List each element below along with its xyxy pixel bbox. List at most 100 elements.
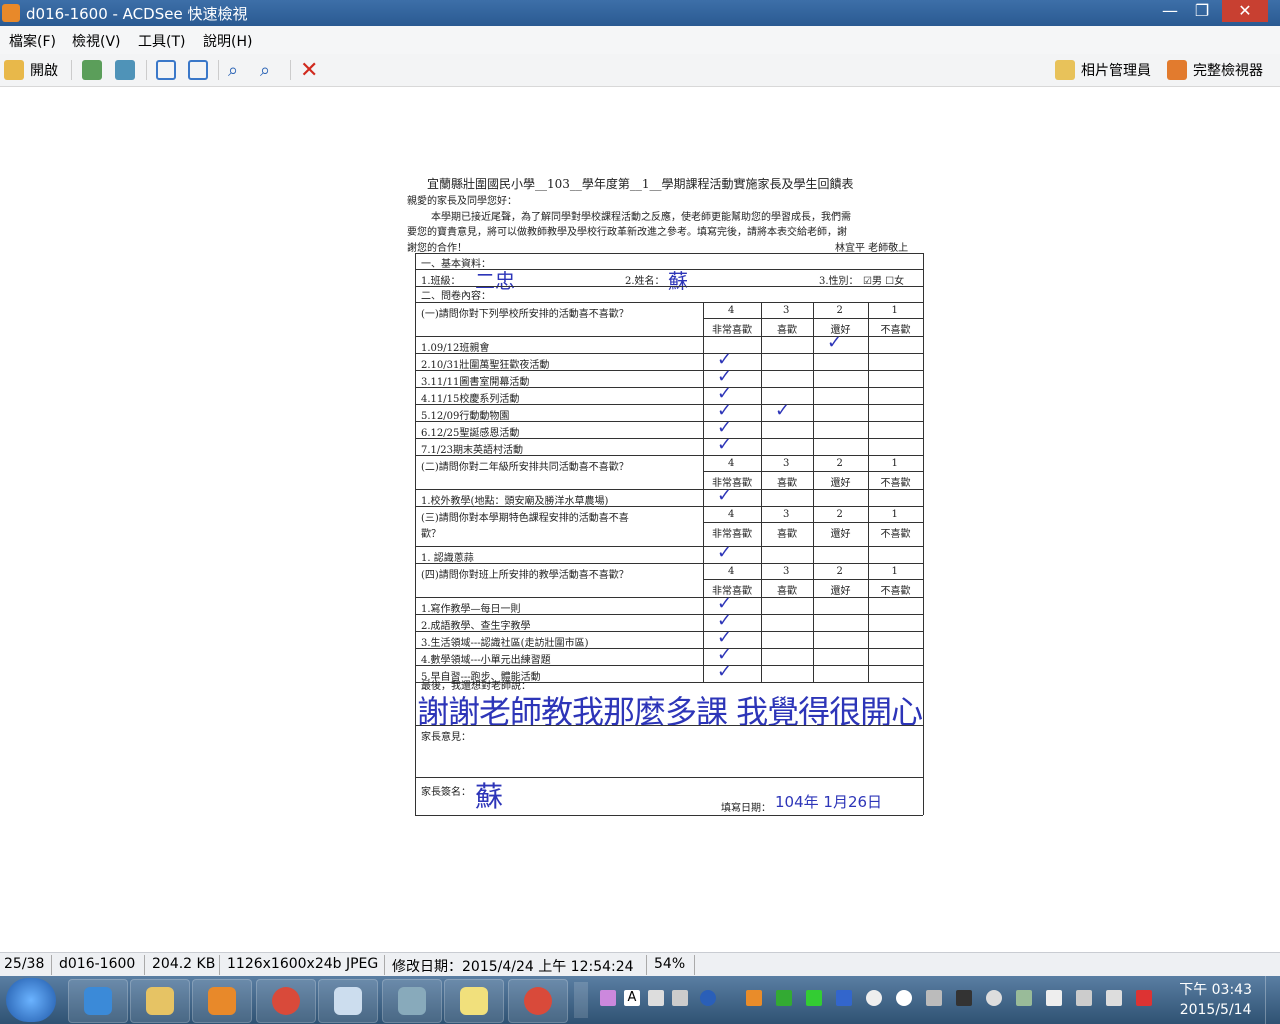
status-separator bbox=[384, 955, 385, 975]
taskbar-sign-tool[interactable] bbox=[382, 979, 442, 1023]
network-icon[interactable] bbox=[1076, 990, 1092, 1006]
handwritten-signature: 蘇 bbox=[475, 780, 504, 813]
scale-label: 喜歡 bbox=[777, 529, 797, 540]
tray-icon[interactable] bbox=[746, 990, 762, 1006]
item-label: 6.12/25聖誕感恩活動 bbox=[421, 428, 520, 439]
open-button[interactable]: 開啟 bbox=[4, 58, 58, 82]
table-rule bbox=[415, 665, 923, 666]
scale-label: 不喜歡 bbox=[880, 586, 911, 597]
taskbar-chrome-2[interactable] bbox=[508, 979, 568, 1023]
rotate-left-button[interactable] bbox=[156, 58, 176, 82]
tray-icon[interactable] bbox=[1136, 990, 1152, 1006]
item-label: 1.寫作教學—每日一則 bbox=[421, 604, 521, 615]
table-column-rule bbox=[761, 455, 762, 506]
photo-manager-icon bbox=[1055, 60, 1075, 80]
doc-signoff: 林宜平 老師敬上 bbox=[835, 243, 909, 254]
gender-label: 3.性別： bbox=[819, 276, 859, 287]
previous-image-button[interactable] bbox=[82, 58, 102, 82]
scale-label: 不喜歡 bbox=[880, 478, 911, 489]
tray-icon[interactable] bbox=[806, 990, 822, 1006]
start-button[interactable] bbox=[6, 978, 56, 1022]
system-clock[interactable]: 下午 03:43 2015/5/14 bbox=[1179, 980, 1252, 1020]
doc-intro-line1: 本學期已接近尾聲，為了解同學對學校課程活動之反應，使老師更能幫助您的學習成長，我… bbox=[431, 212, 851, 223]
input-method-icon[interactable]: A bbox=[624, 990, 640, 1006]
tray-icon[interactable] bbox=[1016, 990, 1032, 1006]
title-bar: d016-1600 - ACDSee 快速檢視 — ❐ ✕ bbox=[0, 0, 1280, 26]
next-image-icon bbox=[115, 60, 135, 80]
scale-label: 不喜歡 bbox=[880, 529, 911, 540]
acdsee-app-icon[interactable] bbox=[2, 4, 20, 22]
parent-signature-label: 家長簽名： bbox=[421, 787, 471, 798]
item-label: 1. 認識蔥蒜 bbox=[421, 553, 474, 564]
show-desktop-button[interactable] bbox=[1265, 976, 1280, 1024]
sticky-notes-icon bbox=[460, 987, 488, 1015]
table-column-rule bbox=[761, 506, 762, 563]
handwritten-checkmark: ✓ bbox=[717, 542, 733, 563]
scale-label: 不喜歡 bbox=[880, 325, 911, 336]
scale-value: 2 bbox=[836, 509, 843, 520]
question-heading: (一)請問你對下列學校所安排的活動喜不喜歡？ bbox=[421, 309, 629, 320]
handwritten-date: 104年 1月26日 bbox=[775, 793, 883, 811]
full-viewer-button[interactable]: 完整檢視器 bbox=[1167, 58, 1263, 82]
volume-icon[interactable] bbox=[1106, 990, 1122, 1006]
scale-label: 喜歡 bbox=[777, 325, 797, 336]
tray-icon[interactable] bbox=[600, 990, 616, 1006]
taskbar-chrome[interactable] bbox=[256, 979, 316, 1023]
status-bar: 25/38 d016-1600 204.2 KB 1126x1600x24b J… bbox=[0, 952, 1280, 977]
scale-value: 4 bbox=[728, 305, 735, 316]
menu-bar: 檔案(F) 檢視(V) 工具(T) 說明(H) bbox=[0, 26, 1280, 55]
table-rule bbox=[415, 302, 923, 303]
location-icon[interactable] bbox=[866, 990, 882, 1006]
zoom-in-button[interactable]: ⌕ bbox=[228, 58, 238, 82]
internet-explorer-icon bbox=[84, 987, 112, 1015]
scale-value: 2 bbox=[836, 458, 843, 469]
status-separator bbox=[144, 955, 145, 975]
scale-value: 3 bbox=[783, 509, 790, 520]
close-button[interactable]: ✕ bbox=[1222, 0, 1268, 22]
clock-date: 2015/5/14 bbox=[1179, 1002, 1252, 1018]
tray-icon[interactable] bbox=[836, 990, 852, 1006]
tray-icon[interactable] bbox=[896, 990, 912, 1006]
tray-icon[interactable] bbox=[926, 990, 942, 1006]
toolbar-separator bbox=[290, 60, 291, 80]
zoom-out-button[interactable]: ⌕ bbox=[260, 58, 270, 82]
table-column-rule bbox=[813, 506, 814, 563]
scale-label: 還好 bbox=[830, 586, 851, 597]
tray-icon[interactable] bbox=[672, 990, 688, 1006]
photo-manager-button[interactable]: 相片管理員 bbox=[1055, 58, 1151, 82]
action-center-flag-icon[interactable] bbox=[1046, 990, 1062, 1006]
menu-tools[interactable]: 工具(T) bbox=[138, 31, 185, 51]
help-icon[interactable] bbox=[700, 990, 716, 1006]
photo-manager-label: 相片管理員 bbox=[1081, 63, 1151, 79]
class-label: 1.班級： bbox=[421, 276, 461, 287]
tray-icon[interactable] bbox=[776, 990, 792, 1006]
taskbar-explorer[interactable] bbox=[130, 979, 190, 1023]
taskbar-paint[interactable] bbox=[318, 979, 378, 1023]
menu-view[interactable]: 檢視(V) bbox=[72, 31, 121, 51]
taskbar-ie[interactable] bbox=[68, 979, 128, 1023]
fill-date-label: 填寫日期： bbox=[721, 803, 771, 814]
item-label: 3.11/11圖書室開幕活動 bbox=[421, 377, 530, 388]
taskbar-media-player[interactable] bbox=[192, 979, 252, 1023]
maximize-button[interactable]: ❐ bbox=[1182, 0, 1222, 22]
rotate-right-button[interactable] bbox=[188, 58, 208, 82]
tray-icon[interactable] bbox=[986, 990, 1002, 1006]
taskbar-scroll[interactable] bbox=[574, 982, 588, 1018]
tray-icon[interactable] bbox=[956, 990, 972, 1006]
scale-value: 1 bbox=[891, 458, 898, 469]
next-image-button[interactable] bbox=[115, 58, 135, 82]
image-dimensions: 1126x1600x24b JPEG bbox=[227, 956, 379, 972]
doc-greeting: 親愛的家長及同學您好： bbox=[407, 196, 517, 207]
table-border bbox=[415, 253, 923, 254]
menu-file[interactable]: 檔案(F) bbox=[9, 31, 56, 51]
scale-label: 還好 bbox=[830, 529, 851, 540]
scale-value: 2 bbox=[836, 305, 843, 316]
item-label: 7.1/23期末英語村活動 bbox=[421, 445, 523, 456]
tray-icon[interactable] bbox=[648, 990, 664, 1006]
menu-help[interactable]: 說明(H) bbox=[203, 31, 252, 51]
gender-male-option: ☑男 ☐女 bbox=[863, 276, 905, 287]
taskbar-sticky-notes[interactable] bbox=[444, 979, 504, 1023]
section-questionnaire: 二、問卷內容： bbox=[421, 291, 491, 302]
scale-value: 4 bbox=[728, 566, 735, 577]
delete-button[interactable]: ✕ bbox=[300, 58, 318, 83]
